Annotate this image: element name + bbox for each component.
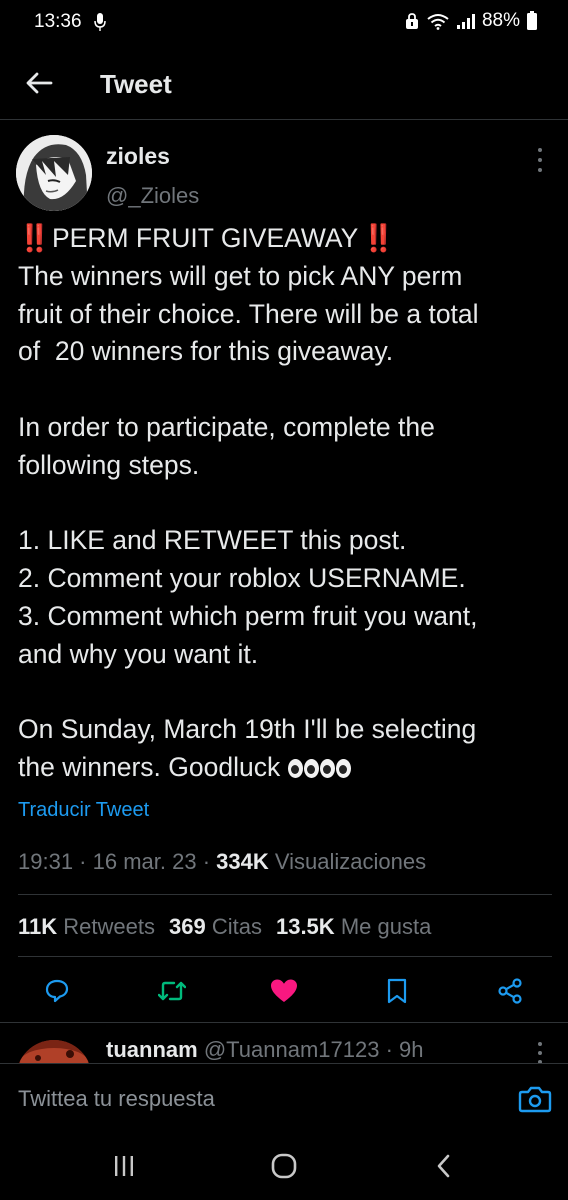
tweet-date: 16 mar. 23 (92, 849, 197, 874)
camera-button[interactable] (518, 1084, 552, 1114)
more-dot-icon (538, 1051, 542, 1055)
tweet-line (18, 674, 558, 712)
bookmark-button[interactable] (380, 974, 414, 1008)
reply-author-handle: @Tuannam17123 (203, 1037, 380, 1062)
reply-more-options-button[interactable] (530, 1042, 550, 1064)
status-indicators: 88% (404, 10, 538, 32)
tweet-stats: 11K Retweets 369 Citas 13.5K Me gusta (18, 914, 431, 940)
views-label: Visualizaciones (274, 849, 427, 874)
more-dot-icon (538, 158, 542, 162)
views-count: 334K (216, 849, 269, 874)
bookmark-icon (387, 978, 407, 1004)
double-exclamation-emoji: ‼️ (18, 223, 51, 253)
likes-label: Me gusta (340, 914, 432, 939)
like-button[interactable] (267, 974, 301, 1008)
tweet-meta: 19:31 · 16 mar. 23 · 334K Visualizacione… (18, 849, 427, 874)
reply-compose-bar: Twittea tu respuesta (0, 1063, 568, 1131)
tweet-line: The winners will get to pick ANY perm (18, 260, 463, 291)
share-button[interactable] (493, 974, 527, 1008)
tweet-line: and why you want it. (18, 638, 259, 669)
recent-apps-button[interactable] (104, 1151, 144, 1181)
double-exclamation-emoji: ‼️ (362, 223, 395, 253)
battery-percentage: 88% (481, 10, 520, 31)
eyes-emoji (287, 759, 351, 779)
reply-time: 9h (399, 1037, 424, 1062)
translate-tweet-link[interactable]: Traducir Tweet (18, 799, 149, 822)
tweet-last-line-text: the winners. Goodluck (18, 752, 281, 783)
retweets-stat[interactable]: 11K Retweets (18, 914, 155, 939)
camera-icon (518, 1086, 552, 1113)
share-icon (498, 978, 522, 1004)
retweet-button[interactable] (155, 974, 189, 1008)
tweet-last-line: the winners. Goodluck (18, 749, 558, 787)
retweets-count: 11K (18, 914, 58, 939)
tweet-actions (0, 970, 568, 1010)
recent-apps-icon (115, 1156, 133, 1176)
retweet-icon (158, 981, 186, 1001)
quotes-label: Citas (211, 914, 262, 939)
back-nav-button[interactable] (424, 1151, 464, 1181)
microphone-icon (94, 13, 106, 31)
author-name[interactable]: zioles (106, 143, 170, 170)
more-options-button[interactable] (530, 148, 550, 172)
reply-input[interactable]: Twittea tu respuesta (18, 1086, 215, 1112)
eye-icon (335, 759, 351, 779)
tweet-title: PERM FRUIT GIVEAWAY (52, 223, 359, 253)
quotes-count: 369 (169, 914, 206, 939)
comment-icon (45, 979, 69, 1003)
likes-stat[interactable]: 13.5K Me gusta (276, 914, 431, 939)
tweet-title-line: ‼️ PERM FRUIT GIVEAWAY ‼️ (18, 220, 558, 258)
quotes-stat[interactable]: 369 Citas (169, 914, 262, 939)
tweet-line: On Sunday, March 19th I'll be selecting (18, 714, 477, 745)
status-bar: 13:36 88% (0, 0, 568, 44)
likes-count: 13.5K (275, 914, 335, 939)
back-button[interactable] (22, 66, 56, 100)
tweet-time: 19:31 (18, 849, 74, 874)
tweet-line: 3. Comment which perm fruit you want, (18, 600, 478, 631)
tweet-line (18, 371, 558, 409)
more-dot-icon (538, 1042, 542, 1046)
eye-icon (319, 759, 335, 779)
lock-icon (405, 13, 418, 29)
app-header: Tweet (0, 44, 568, 120)
home-icon (271, 1153, 297, 1179)
divider (18, 956, 552, 957)
tweet-text: ‼️ PERM FRUIT GIVEAWAY ‼️ The winners will … (18, 220, 558, 787)
home-button[interactable] (264, 1151, 304, 1181)
battery-icon (527, 11, 537, 30)
tweet-line (18, 485, 558, 523)
status-time: 13:36 (34, 11, 82, 32)
reply-author-name: tuannam (106, 1037, 198, 1062)
signal-icon (456, 14, 475, 29)
reply-author-line[interactable]: tuannam @Tuannam17123 · 9h (106, 1037, 424, 1063)
tweet-line: of 20 winners for this giveaway. (18, 336, 394, 367)
tweet-line: following steps. (18, 449, 200, 480)
eye-icon (303, 759, 319, 779)
heart-filled-icon (271, 979, 297, 1002)
avatar-image (16, 135, 92, 211)
system-navigation-bar (0, 1131, 568, 1200)
more-dot-icon (538, 168, 542, 172)
more-dot-icon (538, 148, 542, 152)
author-handle[interactable]: @_Zioles (106, 183, 199, 209)
arrow-left-icon (26, 72, 53, 94)
chevron-left-icon (437, 1154, 450, 1178)
reply-button[interactable] (40, 974, 74, 1008)
divider (0, 1022, 568, 1023)
wifi-icon (427, 14, 449, 30)
tweet-line: 2. Comment your roblox USERNAME. (18, 563, 466, 594)
eye-icon (287, 759, 303, 779)
divider (18, 894, 552, 895)
retweets-label: Retweets (63, 914, 155, 939)
tweet-line: In order to participate, complete the (18, 411, 435, 442)
tweet-line: fruit of their choice. There will be a t… (18, 298, 479, 329)
page-title: Tweet (100, 69, 172, 99)
tweet-line: 1. LIKE and RETWEET this post. (18, 525, 407, 556)
author-avatar[interactable] (16, 135, 92, 211)
